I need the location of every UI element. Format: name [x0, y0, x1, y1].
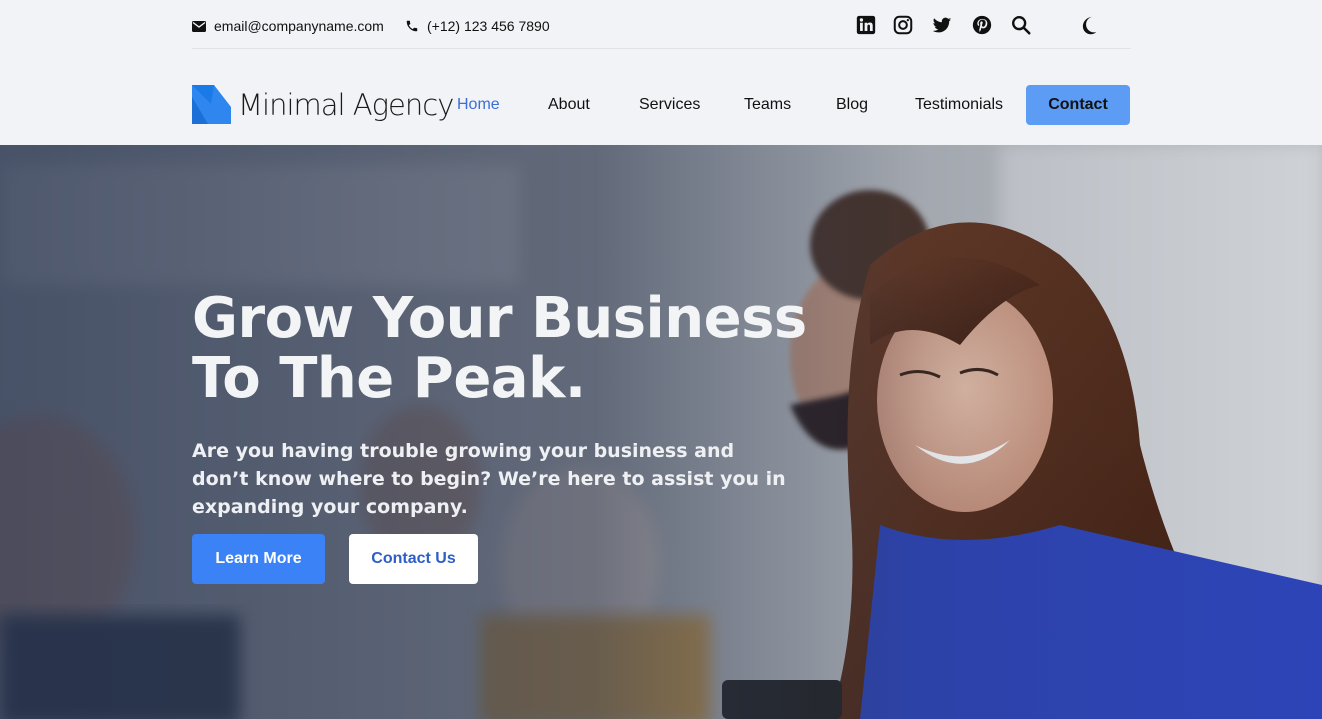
- top-bar: email@companyname.com (+12) 123 456 7890: [192, 0, 1131, 49]
- phone-icon: [406, 20, 418, 32]
- main-nav: Minimal Agency Home About Services Teams…: [192, 84, 1131, 126]
- logo-mark-icon: [192, 85, 231, 124]
- twitter-icon[interactable]: [931, 14, 953, 36]
- instagram-icon[interactable]: [892, 14, 914, 36]
- nav-services[interactable]: Services: [639, 96, 700, 114]
- linkedin-icon[interactable]: [855, 14, 877, 36]
- contact-us-button[interactable]: Contact Us: [349, 534, 478, 584]
- hero-title: Grow Your Business To The Peak.: [192, 289, 812, 409]
- hero-section: Grow Your Business To The Peak. Are you …: [0, 145, 1322, 719]
- hero-title-line1: Grow Your Business: [192, 286, 807, 351]
- brand-logo[interactable]: Minimal Agency: [192, 85, 454, 124]
- nav-about[interactable]: About: [548, 96, 590, 114]
- site-header: email@companyname.com (+12) 123 456 7890: [0, 0, 1322, 145]
- hero-title-line2: To The Peak.: [192, 346, 586, 411]
- learn-more-button[interactable]: Learn More: [192, 534, 325, 584]
- phone-text: (+12) 123 456 7890: [427, 18, 550, 34]
- phone-contact[interactable]: (+12) 123 456 7890: [405, 17, 550, 35]
- search-icon[interactable]: [1010, 14, 1032, 36]
- pinterest-icon[interactable]: [971, 14, 993, 36]
- nav-home[interactable]: Home: [457, 96, 500, 114]
- nav-testimonials[interactable]: Testimonials: [915, 96, 1003, 114]
- moon-icon[interactable]: [1079, 14, 1101, 36]
- hero-subtitle: Are you having trouble growing your busi…: [192, 440, 786, 518]
- nav-blog[interactable]: Blog: [836, 96, 868, 114]
- brand-name: Minimal Agency: [238, 87, 454, 122]
- email-text: email@companyname.com: [214, 18, 384, 34]
- email-contact[interactable]: email@companyname.com: [192, 17, 384, 35]
- nav-contact-button[interactable]: Contact: [1026, 85, 1130, 125]
- envelope-icon: [192, 20, 206, 32]
- nav-teams[interactable]: Teams: [744, 96, 791, 114]
- hero-content: Grow Your Business To The Peak. Are you …: [192, 289, 812, 584]
